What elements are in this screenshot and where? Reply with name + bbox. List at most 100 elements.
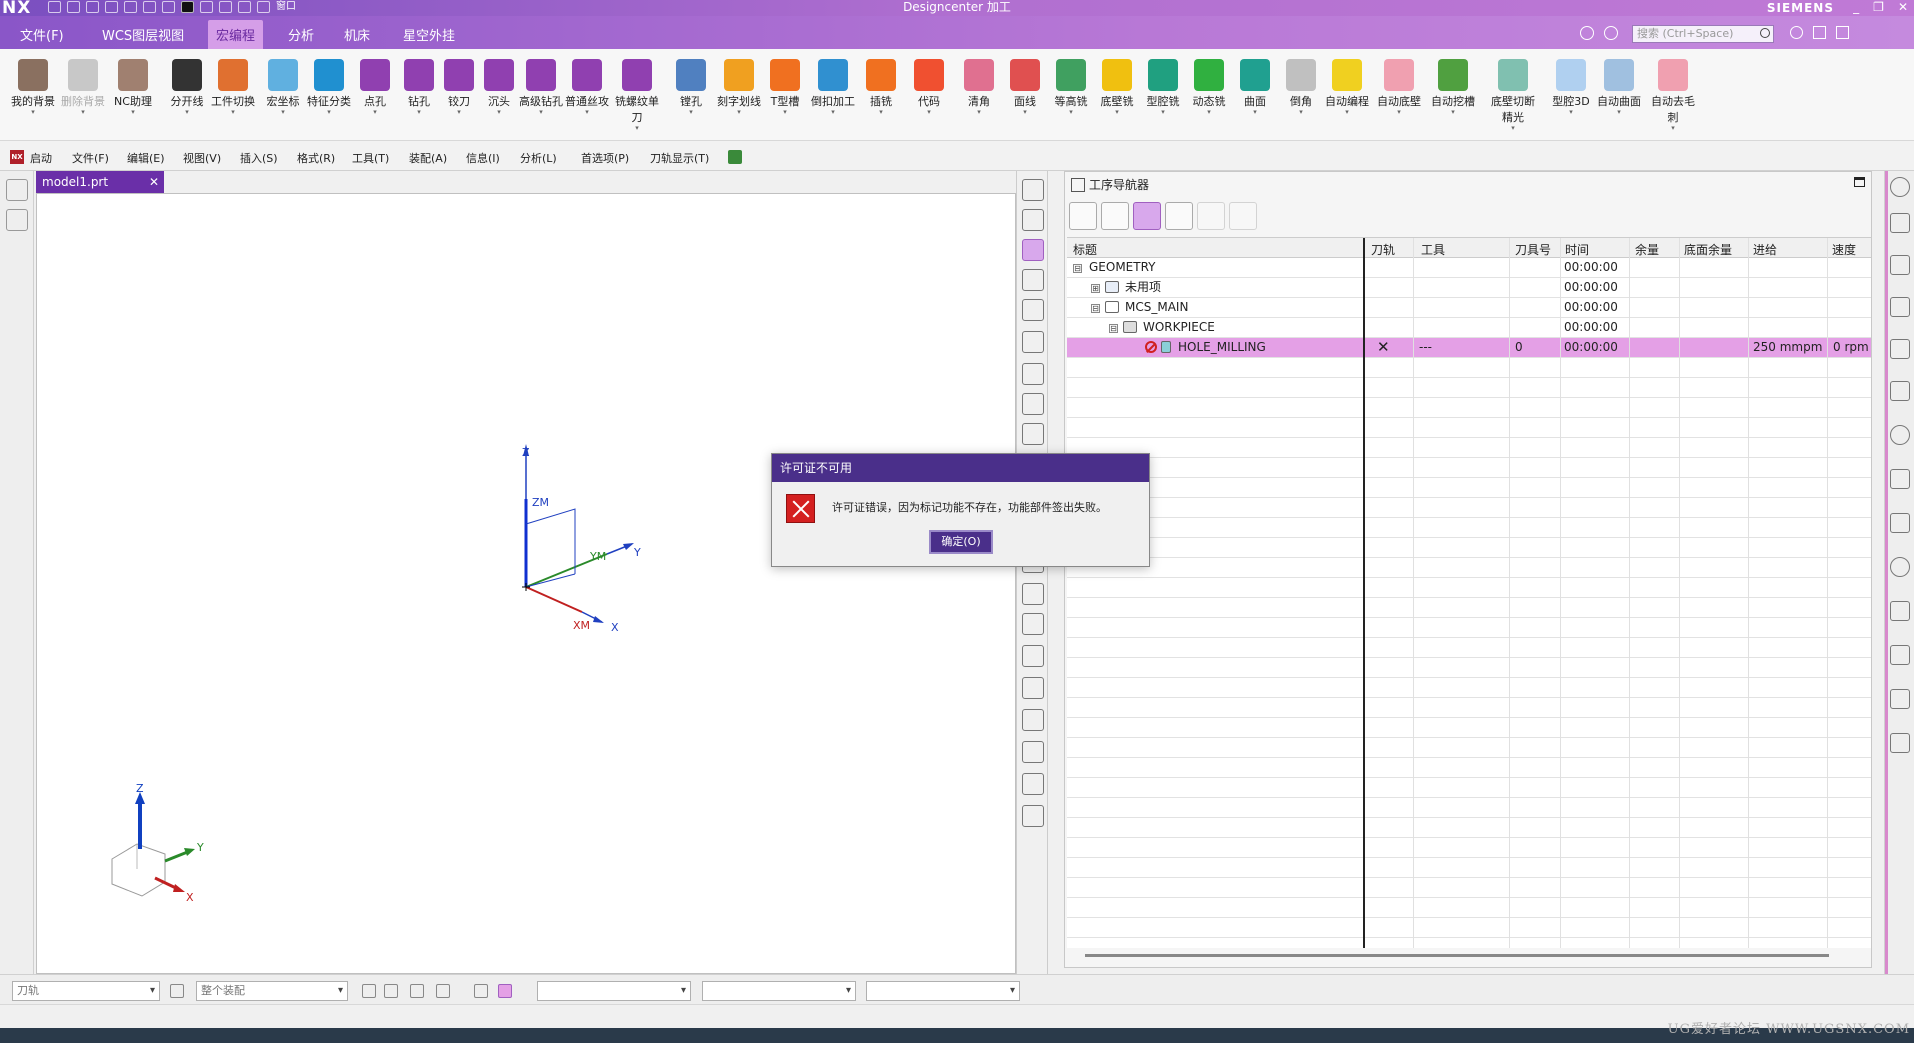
col-feed[interactable]: 进给 [1753, 241, 1777, 258]
dropdown-arrow-icon[interactable]: ▾ [304, 109, 354, 116]
ribbon-button-19[interactable]: 代码 ▾ [904, 59, 954, 116]
dropdown-arrow-icon[interactable]: ▾ [808, 109, 858, 116]
menu-toolpath-display[interactable]: 刀轨显示(T) [650, 150, 709, 166]
machine-view-button[interactable] [1101, 202, 1129, 230]
section-icon[interactable] [1022, 773, 1044, 795]
ribbon-button-11[interactable]: 高级钻孔 ▾ [516, 59, 566, 116]
ribbon-button-32[interactable]: 型腔3D ▾ [1546, 59, 1596, 116]
dropdown-arrow-icon[interactable]: ▾ [8, 109, 58, 116]
snap-icon-3[interactable] [410, 984, 424, 998]
menu-view[interactable]: 视图(V) [183, 150, 221, 166]
reuse-library-icon[interactable] [1890, 339, 1910, 359]
menu-start[interactable]: 启动 [30, 150, 52, 166]
row-expander[interactable]: ⊞ [1091, 278, 1100, 297]
dropdown-arrow-icon[interactable]: ▾ [208, 109, 258, 116]
menu-format[interactable]: 格式(R) [297, 150, 335, 166]
tab-file[interactable]: 文件(F) [20, 25, 64, 44]
ribbon-button-22[interactable]: 等高铣 ▾ [1046, 59, 1096, 116]
document-tab[interactable]: model1.prt ✕ [36, 171, 164, 193]
filter-icon[interactable] [170, 984, 184, 998]
simulate-icon[interactable] [1022, 741, 1044, 763]
palette-icon[interactable] [1890, 689, 1910, 709]
tools-icon[interactable] [1890, 601, 1910, 621]
menu-assembly[interactable]: 装配(A) [409, 150, 447, 166]
geometry-view-icon[interactable] [1022, 239, 1044, 261]
dropdown-arrow-icon[interactable]: ▾ [1230, 109, 1280, 116]
table-row[interactable]: ⊟ GEOMETRY 00:00:00 [1067, 258, 1871, 278]
tab-macro-programming[interactable]: 宏编程 [208, 20, 264, 50]
menu-file[interactable]: 文件(F) [72, 150, 109, 166]
ribbon-button-33[interactable]: 自动曲面 ▾ [1594, 59, 1644, 116]
dropdown-arrow-icon[interactable]: ▾ [1648, 125, 1698, 132]
ribbon-button-15[interactable]: 刻字划线 ▾ [714, 59, 764, 116]
dropdown-arrow-icon[interactable]: ▾ [714, 109, 764, 116]
ribbon-button-3[interactable]: 分开线 ▾ [162, 59, 212, 116]
col-tool[interactable]: 工具 [1421, 241, 1445, 258]
maximize-icon[interactable] [1854, 177, 1865, 187]
post-process-icon[interactable] [1022, 805, 1044, 827]
dropdown-arrow-icon[interactable]: ▾ [1428, 109, 1478, 116]
help-icon[interactable] [1790, 26, 1803, 39]
menu-insert[interactable]: 插入(S) [240, 150, 278, 166]
ribbon-button-25[interactable]: 动态铣 ▾ [1184, 59, 1234, 116]
select-box-3[interactable] [537, 981, 691, 1001]
fullscreen-icon[interactable] [1813, 26, 1826, 39]
ribbon-button-6[interactable]: 特征分类 ▾ [304, 59, 354, 116]
delete-operation-button[interactable] [1229, 202, 1257, 230]
ribbon-button-30[interactable]: 自动挖槽 ▾ [1428, 59, 1478, 116]
ribbon-button-4[interactable]: 工件切换 ▾ [208, 59, 258, 116]
col-tool-number[interactable]: 刀具号 [1515, 241, 1551, 258]
table-row-selected[interactable]: HOLE_MILLING ✕ --- 0 00:00:00 250 mmpm 0… [1067, 338, 1871, 358]
select-box-4[interactable] [702, 981, 856, 1001]
ribbon-button-5[interactable]: 宏坐标 ▾ [258, 59, 308, 116]
dropdown-arrow-icon[interactable]: ▾ [1092, 109, 1142, 116]
ribbon-button-7[interactable]: 点孔 ▾ [350, 59, 400, 116]
ribbon-button-28[interactable]: 自动编程 ▾ [1322, 59, 1372, 116]
operation-navigator-icon[interactable] [1022, 179, 1044, 201]
ribbon-button-17[interactable]: 倒扣加工 ▾ [808, 59, 858, 116]
col-floor-stock[interactable]: 底面余量 [1684, 241, 1732, 258]
menu-edit[interactable]: 编辑(E) [127, 150, 165, 166]
verify-icon[interactable] [1022, 363, 1044, 385]
layer-manager-icon[interactable] [6, 179, 28, 201]
tab-addon[interactable]: 星空外挂 [403, 25, 455, 44]
horizontal-scrollbar[interactable] [1085, 954, 1829, 957]
dropdown-arrow-icon[interactable]: ▾ [1594, 109, 1644, 116]
dropdown-arrow-icon[interactable]: ▾ [562, 109, 612, 116]
ribbon-button-23[interactable]: 底壁铣 ▾ [1092, 59, 1142, 116]
ribbon-button-13[interactable]: 铣螺纹单刀 ▾ [612, 59, 662, 132]
assembly-navigator-icon[interactable] [6, 209, 28, 231]
dropdown-arrow-icon[interactable]: ▾ [1374, 109, 1424, 116]
dropdown-arrow-icon[interactable]: ▾ [666, 109, 716, 116]
ribbon-button-14[interactable]: 镗孔 ▾ [666, 59, 716, 116]
tab-wcs-layer-view[interactable]: WCS图层视图 [102, 25, 184, 44]
ribbon-button-24[interactable]: 型腔铣 ▾ [1138, 59, 1188, 116]
constraint-icon[interactable] [1890, 297, 1910, 317]
smile-icon[interactable] [1580, 26, 1594, 40]
measure-icon[interactable] [1022, 645, 1044, 667]
dropdown-arrow-icon[interactable]: ▾ [350, 109, 400, 116]
tool-wrench-icon[interactable] [1022, 331, 1044, 353]
col-toolpath[interactable]: 刀轨 [1371, 241, 1395, 258]
assembly-icon[interactable] [1890, 255, 1910, 275]
dropdown-arrow-icon[interactable]: ▾ [1322, 109, 1372, 116]
globe-icon[interactable] [1890, 513, 1910, 533]
tab-analysis[interactable]: 分析 [288, 25, 314, 44]
method-view-icon[interactable] [1022, 299, 1044, 321]
menu-preferences[interactable]: 首选项(P) [581, 150, 629, 166]
menu-analysis[interactable]: 分析(L) [520, 150, 557, 166]
dropdown-arrow-icon[interactable]: ▾ [904, 109, 954, 116]
snap-icon-5[interactable] [474, 984, 488, 998]
dropdown-arrow-icon[interactable]: ▾ [856, 109, 906, 116]
table-row[interactable]: ⊟ WORKPIECE 00:00:00 [1067, 318, 1871, 338]
menu-tools[interactable]: 工具(T) [352, 150, 389, 166]
ribbon-button-2[interactable]: NC助理 ▾ [108, 59, 158, 116]
method-view-button[interactable] [1165, 202, 1193, 230]
type-filter-select[interactable]: 刀轨 [12, 981, 160, 1001]
triangle-icon[interactable] [1022, 393, 1044, 415]
part-navigator-icon[interactable] [1890, 213, 1910, 233]
history-clock-icon[interactable] [1890, 557, 1910, 577]
ribbon-button-34[interactable]: 自动去毛刺 ▾ [1648, 59, 1698, 132]
ribbon-button-27[interactable]: 倒角 ▾ [1276, 59, 1326, 116]
ribbon-button-18[interactable]: 插铣 ▾ [856, 59, 906, 116]
